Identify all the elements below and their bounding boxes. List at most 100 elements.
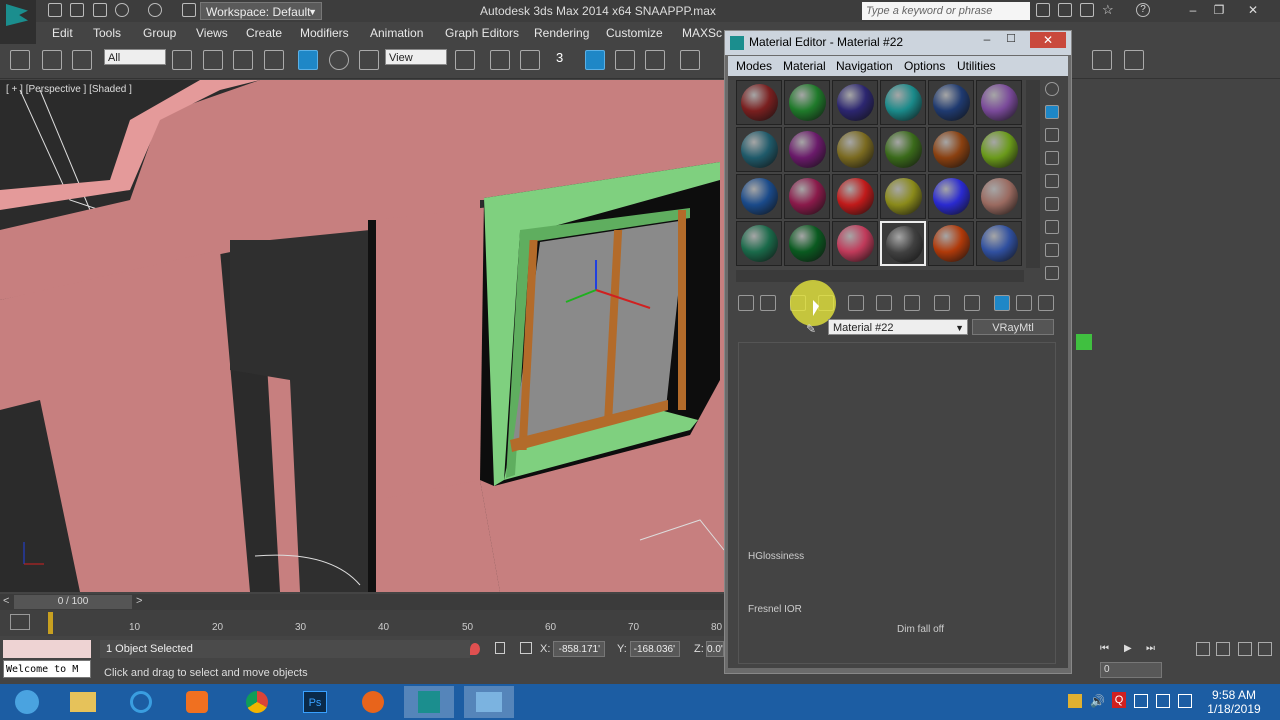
y-coord-field[interactable]: -168.036' <box>630 641 680 657</box>
mini-curve-editor-icon[interactable] <box>10 614 30 630</box>
select-and-scale-icon[interactable] <box>359 50 379 70</box>
percent-snap-icon[interactable] <box>615 50 635 70</box>
minimize-window-button[interactable]: – <box>1180 2 1206 18</box>
new-file-icon[interactable] <box>48 3 62 17</box>
menu-group[interactable]: Group <box>143 26 176 40</box>
project-folder-icon[interactable] <box>182 3 196 17</box>
select-object-icon[interactable] <box>172 50 192 70</box>
taskbar-clock[interactable]: 9:58 AM 1/18/2019 <box>1204 688 1264 716</box>
sample-slot[interactable] <box>736 80 782 125</box>
material-id-channel-icon[interactable] <box>934 295 950 311</box>
taskbar-chrome[interactable] <box>232 686 282 718</box>
restore-window-button[interactable]: ❐ <box>1206 2 1232 18</box>
tray-app-icon[interactable]: Q <box>1112 692 1126 708</box>
object-color-swatch[interactable] <box>1076 334 1092 350</box>
sample-slot[interactable] <box>784 80 830 125</box>
go-to-start-icon[interactable]: ⏮ <box>1100 643 1114 655</box>
binoculars-icon[interactable] <box>1036 3 1050 17</box>
spinner-snap-icon[interactable] <box>645 50 665 70</box>
viewport-label[interactable]: [ + ] [Perspective ] [Shaded ] <box>6 84 132 95</box>
select-and-move-icon[interactable] <box>298 50 318 70</box>
put-to-library-icon[interactable] <box>904 295 920 311</box>
taskbar-media-player[interactable] <box>172 686 222 718</box>
sample-slot[interactable] <box>928 80 974 125</box>
network-icon[interactable] <box>1134 694 1148 708</box>
sample-slot[interactable] <box>880 127 926 172</box>
sample-slot[interactable] <box>736 174 782 219</box>
taskbar-3dsmax[interactable] <box>404 686 454 718</box>
undo-icon[interactable] <box>115 3 129 17</box>
sample-slot[interactable] <box>880 174 926 219</box>
current-frame-field[interactable]: 0 <box>1100 662 1162 678</box>
sample-slot[interactable] <box>928 127 974 172</box>
sample-slot[interactable] <box>736 221 782 266</box>
lock-selection-icon[interactable] <box>495 642 505 654</box>
workspace-dropdown[interactable]: Workspace: Default ▼ <box>200 2 322 20</box>
menu-animation[interactable]: Animation <box>370 26 423 40</box>
put-material-to-scene-icon[interactable] <box>760 295 776 311</box>
get-material-icon[interactable] <box>738 295 754 311</box>
me-menu-material[interactable]: Material <box>783 59 826 73</box>
isolate-selection-icon[interactable] <box>470 643 480 655</box>
redo-icon[interactable] <box>148 3 162 17</box>
play-icon[interactable]: ▶ <box>1124 643 1138 655</box>
snap-toggle-label[interactable]: 3 <box>556 50 563 65</box>
menu-rendering[interactable]: Rendering <box>534 26 589 40</box>
select-and-manipulate-icon[interactable] <box>490 50 510 70</box>
keyboard-icon[interactable] <box>1178 694 1192 708</box>
material-editor-maximize-button[interactable]: ☐ <box>1000 32 1022 46</box>
sample-slot[interactable] <box>928 221 974 266</box>
taskbar-firefox[interactable] <box>348 686 398 718</box>
menu-modifiers[interactable]: Modifiers <box>300 26 349 40</box>
z-coord-field[interactable]: 0.0' <box>706 641 724 657</box>
sample-uv-tiling-icon[interactable] <box>1045 151 1059 165</box>
taskbar-internet-explorer[interactable] <box>116 686 166 718</box>
show-shaded-material-icon[interactable] <box>964 295 980 311</box>
me-menu-utilities[interactable]: Utilities <box>957 59 996 73</box>
video-color-check-icon[interactable] <box>1045 174 1059 188</box>
time-prev-arrow-icon[interactable]: < <box>3 595 9 607</box>
sample-slot[interactable] <box>928 174 974 219</box>
show-end-result-icon[interactable] <box>994 295 1010 311</box>
sample-slot[interactable] <box>832 221 878 266</box>
taskbar-explorer[interactable] <box>58 686 108 718</box>
app-menu-button[interactable] <box>0 0 36 44</box>
make-material-copy-icon[interactable] <box>848 295 864 311</box>
maxscript-listener-output[interactable] <box>3 640 91 658</box>
make-preview-icon[interactable] <box>1045 197 1059 211</box>
pivot-center-icon[interactable] <box>455 50 475 70</box>
sample-slot[interactable] <box>784 221 830 266</box>
sample-slot[interactable] <box>736 127 782 172</box>
menu-maxscript[interactable]: MAXSc <box>682 26 722 40</box>
zoom-extents-all-icon[interactable] <box>1258 642 1272 656</box>
select-by-name-icon[interactable] <box>203 50 223 70</box>
sample-slot[interactable] <box>976 174 1022 219</box>
material-map-navigator-icon[interactable] <box>1045 266 1059 280</box>
material-parameters-rollout[interactable] <box>738 342 1056 664</box>
star-icon[interactable]: ☆ <box>1102 3 1116 17</box>
next-frame-icon[interactable]: ⏭ <box>1146 643 1160 655</box>
volume-icon[interactable]: 🔊 <box>1090 694 1105 708</box>
render-setup-icon[interactable] <box>1092 50 1112 70</box>
x-coord-field[interactable]: -858.171' <box>553 641 605 657</box>
perspective-viewport[interactable] <box>0 80 724 592</box>
open-file-icon[interactable] <box>70 3 84 17</box>
me-menu-navigation[interactable]: Navigation <box>836 59 893 73</box>
taskbar-material-editor[interactable] <box>464 686 514 718</box>
go-forward-to-sibling-icon[interactable] <box>1038 295 1054 311</box>
unlink-selection-icon[interactable] <box>42 50 62 70</box>
render-teapot-icon[interactable] <box>1124 50 1144 70</box>
absolute-mode-transform-icon[interactable] <box>520 642 532 654</box>
go-to-parent-icon[interactable] <box>1016 295 1032 311</box>
sample-slot[interactable] <box>832 174 878 219</box>
zoom-icon[interactable] <box>1196 642 1210 656</box>
maxscript-listener-input[interactable]: Welcome to M <box>3 660 91 678</box>
slot-vertical-scrollbar[interactable] <box>1026 80 1040 268</box>
help-icon[interactable]: ? <box>1136 3 1150 17</box>
sample-slot[interactable] <box>976 127 1022 172</box>
menu-create[interactable]: Create <box>246 26 282 40</box>
reference-coordinate-dropdown[interactable]: View <box>385 49 447 65</box>
material-editor-minimize-button[interactable]: – <box>976 32 998 46</box>
zoom-all-icon[interactable] <box>1216 642 1230 656</box>
link-icon[interactable] <box>1080 3 1094 17</box>
